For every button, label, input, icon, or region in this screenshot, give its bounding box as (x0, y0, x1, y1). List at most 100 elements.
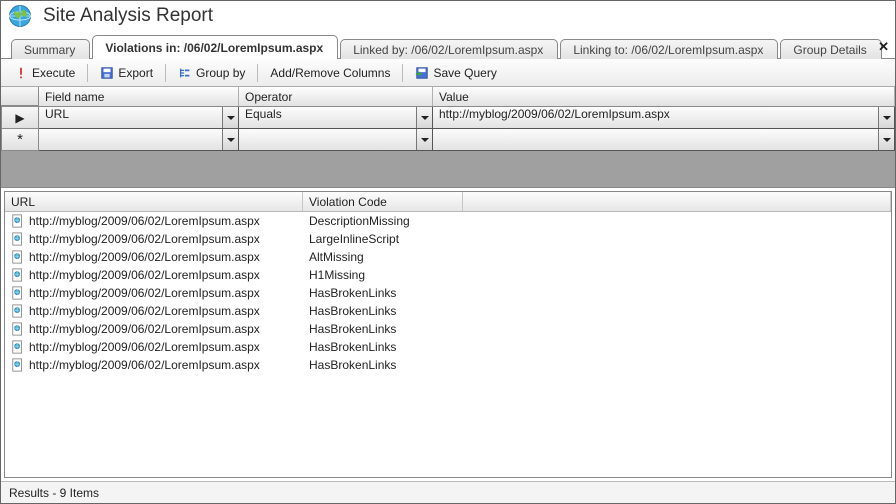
dropdown-icon[interactable] (878, 107, 894, 128)
export-button[interactable]: Export (93, 63, 160, 83)
page-icon (11, 250, 25, 264)
code-cell: LargeInlineScript (303, 231, 463, 247)
table-row[interactable]: http://myblog/2009/06/02/LoremIpsum.aspx… (5, 302, 891, 320)
toolbar: Execute Export Group by Add/Remove Colum… (1, 59, 895, 87)
button-label: Export (118, 66, 153, 80)
field-cell[interactable] (39, 129, 239, 151)
groupby-button[interactable]: Group by (171, 63, 252, 83)
results-header-code[interactable]: Violation Code (303, 192, 463, 211)
disk-icon (100, 66, 114, 80)
query-header-row: Field name Operator Value (1, 87, 895, 107)
query-header-value[interactable]: Value (433, 87, 895, 106)
code-cell: DescriptionMissing (303, 213, 463, 229)
tab-label: Violations in: /06/02/LoremIpsum.aspx (105, 41, 323, 55)
code-cell: AltMissing (303, 249, 463, 265)
operator-select[interactable] (239, 129, 432, 150)
code-cell: HasBrokenLinks (303, 285, 463, 301)
field-select[interactable]: URL (39, 107, 238, 128)
url-text: http://myblog/2009/06/02/LoremIpsum.aspx (29, 358, 260, 372)
url-text: http://myblog/2009/06/02/LoremIpsum.aspx (29, 286, 260, 300)
page-icon (11, 304, 25, 318)
status-text: Results - 9 Items (9, 486, 99, 500)
page-icon (11, 322, 25, 336)
row-marker-new[interactable]: * (1, 129, 39, 151)
url-cell: http://myblog/2009/06/02/LoremIpsum.aspx (5, 249, 303, 265)
value-cell[interactable]: http://myblog/2009/06/02/LoremIpsum.aspx (433, 107, 895, 129)
url-cell: http://myblog/2009/06/02/LoremIpsum.aspx (5, 213, 303, 229)
table-row[interactable]: http://myblog/2009/06/02/LoremIpsum.aspx… (5, 248, 891, 266)
url-text: http://myblog/2009/06/02/LoremIpsum.aspx (29, 322, 260, 336)
blank-cell (463, 346, 891, 348)
tab-label: Summary (24, 43, 75, 57)
results-header-row: URL Violation Code (5, 192, 891, 212)
query-rows: ▶ URL Equals http://myblog/2009/06/02/Lo… (1, 107, 895, 151)
code-cell: HasBrokenLinks (303, 321, 463, 337)
addremove-columns-button[interactable]: Add/Remove Columns (263, 63, 397, 83)
button-label: Add/Remove Columns (270, 66, 390, 80)
query-header-operator[interactable]: Operator (239, 87, 433, 106)
blank-cell (463, 310, 891, 312)
table-row[interactable]: http://myblog/2009/06/02/LoremIpsum.aspx… (5, 212, 891, 230)
close-icon[interactable]: ✕ (878, 39, 889, 55)
page-icon (11, 232, 25, 246)
query-header-field[interactable]: Field name (39, 87, 239, 106)
field-cell[interactable]: URL (39, 107, 239, 129)
url-text: http://myblog/2009/06/02/LoremIpsum.aspx (29, 250, 260, 264)
group-icon (178, 66, 192, 80)
table-row[interactable]: http://myblog/2009/06/02/LoremIpsum.aspx… (5, 266, 891, 284)
tab-violations[interactable]: Violations in: /06/02/LoremIpsum.aspx (92, 35, 338, 59)
separator (87, 64, 88, 82)
url-text: http://myblog/2009/06/02/LoremIpsum.aspx (29, 214, 260, 228)
separator (402, 64, 403, 82)
dropdown-icon[interactable] (878, 129, 894, 150)
query-grid-fill (1, 151, 895, 187)
statusbar: Results - 9 Items (1, 481, 895, 503)
tabstrip: Summary Violations in: /06/02/LoremIpsum… (1, 35, 895, 59)
url-cell: http://myblog/2009/06/02/LoremIpsum.aspx (5, 339, 303, 355)
field-select[interactable] (39, 129, 238, 150)
tab-summary[interactable]: Summary (11, 39, 90, 59)
table-row[interactable]: http://myblog/2009/06/02/LoremIpsum.aspx… (5, 356, 891, 374)
execute-button[interactable]: Execute (7, 63, 82, 83)
dropdown-icon[interactable] (222, 129, 238, 150)
tab-label: Linking to: /06/02/LoremIpsum.aspx (573, 43, 763, 57)
url-text: http://myblog/2009/06/02/LoremIpsum.aspx (29, 304, 260, 318)
operator-cell[interactable]: Equals (239, 107, 433, 129)
dropdown-icon[interactable] (416, 129, 432, 150)
table-row[interactable]: http://myblog/2009/06/02/LoremIpsum.aspx… (5, 230, 891, 248)
blank-cell (463, 238, 891, 240)
button-label: Execute (32, 66, 75, 80)
page-icon (11, 268, 25, 282)
blank-cell (463, 364, 891, 366)
dropdown-icon[interactable] (222, 107, 238, 128)
value-input[interactable]: http://myblog/2009/06/02/LoremIpsum.aspx (433, 107, 894, 128)
url-cell: http://myblog/2009/06/02/LoremIpsum.aspx (5, 303, 303, 319)
disk-arrow-icon (415, 66, 429, 80)
tab-linking-to[interactable]: Linking to: /06/02/LoremIpsum.aspx (560, 39, 778, 59)
save-query-button[interactable]: Save Query (408, 63, 503, 83)
table-row[interactable]: http://myblog/2009/06/02/LoremIpsum.aspx… (5, 284, 891, 302)
button-label: Group by (196, 66, 245, 80)
separator (165, 64, 166, 82)
titlebar: Site Analysis Report (1, 1, 895, 35)
code-cell: HasBrokenLinks (303, 357, 463, 373)
query-row-new: * (1, 129, 895, 151)
table-row[interactable]: http://myblog/2009/06/02/LoremIpsum.aspx… (5, 320, 891, 338)
tab-group-details[interactable]: Group Details (780, 39, 881, 59)
table-row[interactable]: http://myblog/2009/06/02/LoremIpsum.aspx… (5, 338, 891, 356)
results-grid[interactable]: URL Violation Code http://myblog/2009/06… (4, 191, 892, 478)
value-input[interactable] (433, 129, 894, 150)
results-header-url[interactable]: URL (5, 192, 303, 211)
tab-linked-by[interactable]: Linked by: /06/02/LoremIpsum.aspx (340, 39, 558, 59)
tab-label: Linked by: /06/02/LoremIpsum.aspx (353, 43, 543, 57)
app-window: Site Analysis Report Summary Violations … (0, 0, 896, 504)
tab-label: Group Details (793, 43, 866, 57)
operator-select[interactable]: Equals (239, 107, 432, 128)
value-cell[interactable] (433, 129, 895, 151)
button-label: Save Query (433, 66, 496, 80)
page-icon (11, 214, 25, 228)
row-marker-current[interactable]: ▶ (1, 107, 39, 129)
url-text: http://myblog/2009/06/02/LoremIpsum.aspx (29, 232, 260, 246)
operator-cell[interactable] (239, 129, 433, 151)
dropdown-icon[interactable] (416, 107, 432, 128)
